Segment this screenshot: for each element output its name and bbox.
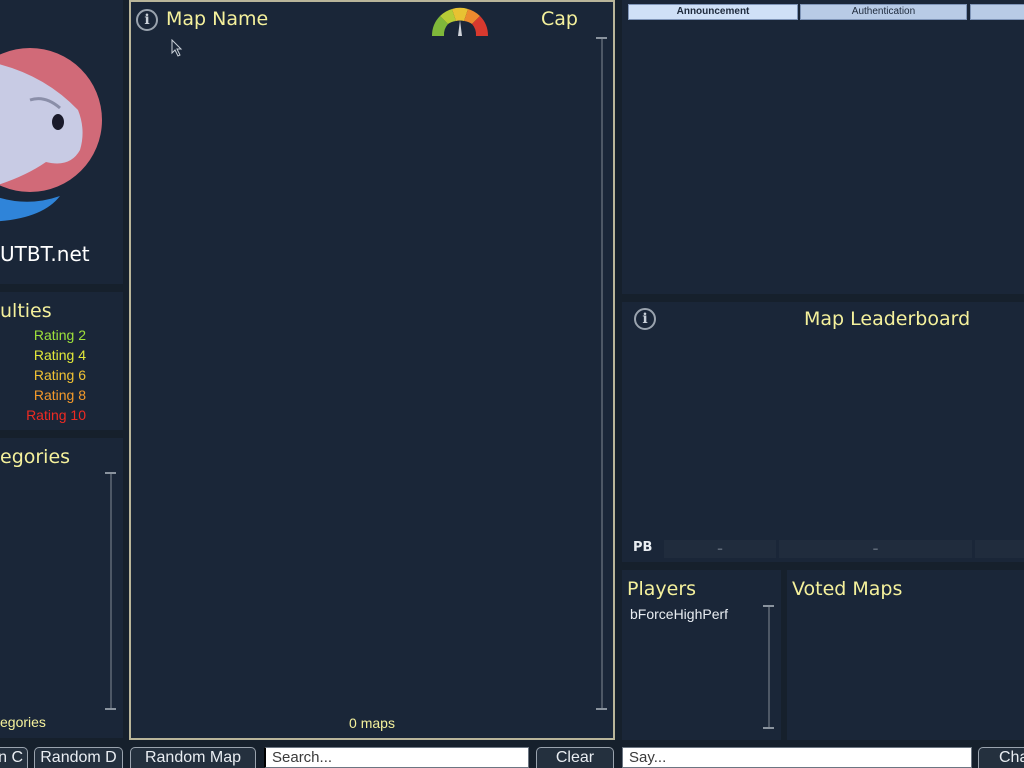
logo-panel: UTBT.net xyxy=(0,0,123,284)
mouse-cursor-icon xyxy=(171,39,183,57)
rating-item[interactable]: Rating 2 xyxy=(0,327,86,343)
leaderboard-info-icon[interactable]: i xyxy=(634,308,656,330)
categories-panel: egories egories xyxy=(0,438,123,738)
map-name-header[interactable]: Map Name xyxy=(166,8,268,30)
info-icon[interactable]: i xyxy=(136,9,158,31)
rating-item[interactable]: Rating 8 xyxy=(0,387,86,403)
leaderboard-cell: – xyxy=(779,540,972,558)
random-map-button[interactable]: Random Map xyxy=(130,747,256,768)
difficulties-title: ulties xyxy=(0,300,52,322)
chat-panel: Announcement Authentication xyxy=(622,0,1024,294)
voted-maps-panel: Voted Maps xyxy=(787,570,1024,740)
site-name: UTBT.net xyxy=(0,242,90,266)
random-d-button[interactable]: Random D xyxy=(34,747,123,768)
random-c-button[interactable]: n C xyxy=(0,747,28,768)
categories-scrollbar-top[interactable] xyxy=(105,472,116,474)
rating-item[interactable]: Rating 10 xyxy=(0,407,86,423)
rating-item[interactable]: Rating 6 xyxy=(0,367,86,383)
clear-button[interactable]: Clear xyxy=(536,747,614,768)
tab-announcement[interactable]: Announcement xyxy=(628,4,798,20)
players-scrollbar[interactable] xyxy=(768,606,770,728)
leaderboard-panel: i Map Leaderboard PB xyxy=(622,302,1024,562)
search-input[interactable]: Search... xyxy=(264,747,529,768)
map-list-scrollbar-bottom[interactable] xyxy=(596,708,607,710)
leaderboard-cell xyxy=(975,540,1024,558)
leaderboard-cell: – xyxy=(664,540,776,558)
server-logo xyxy=(0,48,102,222)
cap-header[interactable]: Cap xyxy=(541,8,578,30)
map-list-scrollbar-top[interactable] xyxy=(596,37,607,39)
difficulty-gauge-icon xyxy=(431,7,489,36)
chat-send-button[interactable]: Cha xyxy=(978,747,1024,768)
players-scrollbar-bottom[interactable] xyxy=(763,727,774,729)
map-count: 0 maps xyxy=(349,715,395,731)
categories-scrollbar[interactable] xyxy=(110,474,112,708)
voted-maps-title: Voted Maps xyxy=(792,578,903,600)
categories-footer: egories xyxy=(0,714,46,730)
map-list-scrollbar[interactable] xyxy=(601,38,603,708)
tab-extra[interactable] xyxy=(970,4,1024,20)
rating-item[interactable]: Rating 4 xyxy=(0,347,86,363)
players-scrollbar-top[interactable] xyxy=(763,605,774,607)
categories-scrollbar-bottom[interactable] xyxy=(105,708,116,710)
difficulties-panel: ulties Rating 2 Rating 4 Rating 6 Rating 8 R… xyxy=(0,292,123,430)
player-item[interactable]: bForceHighPerf xyxy=(630,606,728,622)
tab-authentication[interactable]: Authentication xyxy=(800,4,967,20)
pb-label: PB xyxy=(633,540,653,555)
map-list-panel: i Map Name Cap 0 maps xyxy=(129,0,615,740)
say-input[interactable]: Say... xyxy=(622,747,972,768)
players-title: Players xyxy=(627,578,697,600)
leaderboard-title: Map Leaderboard xyxy=(804,308,971,330)
categories-title: egories xyxy=(0,446,71,468)
players-panel: Players bForceHighPerf xyxy=(622,570,781,740)
